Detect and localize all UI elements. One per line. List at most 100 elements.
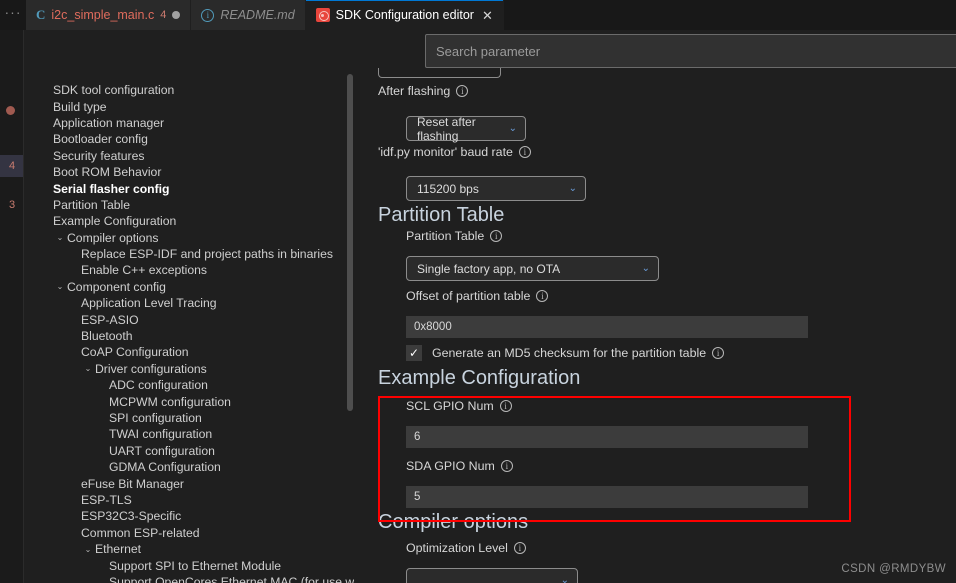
sidebar-item-label: Partition Table bbox=[53, 197, 131, 212]
chevron-down-icon: ⌄ bbox=[641, 263, 650, 274]
sidebar-item[interactable]: Boot ROM Behavior bbox=[24, 164, 354, 180]
md5-label-row: Generate an MD5 checksum for the partiti… bbox=[432, 346, 725, 360]
sidebar-item-label: Boot ROM Behavior bbox=[53, 165, 162, 180]
sidebar-item[interactable]: Build type bbox=[24, 98, 354, 114]
md5-label: Generate an MD5 checksum for the partiti… bbox=[432, 346, 707, 360]
baud-rate-label: 'idf.py monitor' baud rate bbox=[378, 145, 513, 159]
chevron-down-icon: ⌄ bbox=[560, 575, 569, 583]
info-icon[interactable]: i bbox=[456, 85, 469, 97]
sidebar-item[interactable]: Serial flasher config bbox=[24, 180, 354, 196]
sidebar-item[interactable]: GDMA Configuration bbox=[24, 459, 354, 475]
optimization-level-label-row: Optimization Level i bbox=[406, 541, 526, 555]
after-flashing-label-row: After flashing i bbox=[378, 84, 469, 98]
sidebar-item[interactable]: ⌄ Compiler options bbox=[24, 230, 354, 246]
tab-dirty-indicator[interactable] bbox=[172, 11, 181, 19]
sidebar-item[interactable]: Support OpenCores Ethernet MAC (for use … bbox=[24, 574, 354, 583]
sidebar-item[interactable]: SDK tool configuration bbox=[24, 82, 354, 98]
offset-value: 0x8000 bbox=[414, 321, 452, 333]
tab-sdk-configuration-editor[interactable]: SDK Configuration editor ✕ bbox=[305, 0, 504, 30]
sidebar-item-label: Component config bbox=[67, 279, 166, 294]
sidebar-item[interactable]: Support SPI to Ethernet Module bbox=[24, 557, 354, 573]
chevron-down-icon[interactable]: ⌄ bbox=[82, 545, 94, 554]
close-icon[interactable]: ✕ bbox=[482, 9, 493, 22]
tab-readme-md[interactable]: i README.md bbox=[191, 0, 306, 30]
sda-gpio-num-input[interactable]: 5 bbox=[406, 486, 808, 508]
breakpoint-dot-icon[interactable] bbox=[6, 106, 15, 115]
tab-overflow-button[interactable]: ··· bbox=[0, 0, 26, 30]
info-icon[interactable]: i bbox=[500, 460, 513, 472]
gutter-mark-4[interactable]: 4 bbox=[0, 155, 24, 177]
sidebar-item[interactable]: Common ESP-related bbox=[24, 525, 354, 541]
sidebar-item-label: Enable C++ exceptions bbox=[81, 263, 208, 278]
sidebar-item[interactable]: UART configuration bbox=[24, 443, 354, 459]
sidebar-item[interactable]: Application manager bbox=[24, 115, 354, 131]
offset-of-partition-table-input[interactable]: 0x8000 bbox=[406, 316, 808, 338]
sidebar-item-label: eFuse Bit Manager bbox=[81, 476, 184, 491]
tab-label: README.md bbox=[220, 8, 295, 22]
sidebar-item[interactable]: eFuse Bit Manager bbox=[24, 475, 354, 491]
info-icon[interactable]: i bbox=[536, 290, 549, 302]
md5-checksum-row[interactable]: ✓ Generate an MD5 checksum for the parti… bbox=[406, 345, 725, 361]
baud-rate-dropdown[interactable]: 115200 bps ⌄ bbox=[406, 176, 586, 201]
scl-gpio-value: 6 bbox=[414, 431, 421, 443]
sidebar-item[interactable]: ⌄ Driver configurations bbox=[24, 361, 354, 377]
previous-dropdown-clipped[interactable] bbox=[378, 68, 501, 78]
sidebar-item[interactable]: ⌄ Ethernet bbox=[24, 541, 354, 557]
sidebar-scrollbar-thumb[interactable] bbox=[347, 74, 353, 411]
sidebar-item[interactable]: ESP-ASIO bbox=[24, 311, 354, 327]
section-title-partition-table: Partition Table bbox=[378, 204, 505, 226]
search-input[interactable] bbox=[436, 43, 954, 59]
sidebar-item[interactable]: Partition Table bbox=[24, 197, 354, 213]
info-icon[interactable]: i bbox=[499, 400, 512, 412]
optimization-level-dropdown[interactable]: ⌄ bbox=[406, 568, 578, 583]
tab-i2c-simple-main-c[interactable]: C i2c_simple_main.c 4 bbox=[26, 0, 192, 30]
offset-label-row: Offset of partition table i bbox=[406, 289, 549, 303]
sdk-configuration-main-panel: After flashing i Reset after flashing ⌄ … bbox=[354, 30, 956, 583]
espressif-logo-icon bbox=[315, 8, 330, 22]
chevron-down-icon[interactable]: ⌄ bbox=[82, 364, 94, 373]
sidebar-item[interactable]: MCPWM configuration bbox=[24, 393, 354, 409]
info-icon[interactable]: i bbox=[518, 146, 531, 158]
sidebar-item[interactable]: ⌄ Component config bbox=[24, 279, 354, 295]
sidebar-item[interactable]: SPI configuration bbox=[24, 410, 354, 426]
partition-table-dropdown[interactable]: Single factory app, no OTA ⌄ bbox=[406, 256, 659, 281]
chevron-down-icon[interactable]: ⌄ bbox=[54, 282, 66, 291]
info-icon[interactable]: i bbox=[490, 230, 503, 242]
sidebar-item[interactable]: ADC configuration bbox=[24, 377, 354, 393]
after-flashing-dropdown[interactable]: Reset after flashing ⌄ bbox=[406, 114, 526, 143]
sidebar-item-label: Support SPI to Ethernet Module bbox=[109, 558, 282, 573]
watermark-text: CSDN @RMDYBW bbox=[841, 563, 946, 575]
scl-gpio-num-input[interactable]: 6 bbox=[406, 426, 808, 448]
sidebar-item-label: Bootloader config bbox=[53, 132, 148, 147]
gutter-mark-3[interactable]: 3 bbox=[0, 194, 24, 216]
sidebar-item-label: UART configuration bbox=[109, 443, 215, 458]
after-flashing-value: Reset after flashing bbox=[417, 114, 476, 143]
sda-gpio-value: 5 bbox=[414, 491, 421, 503]
baud-rate-label-row: 'idf.py monitor' baud rate i bbox=[378, 145, 531, 159]
offset-label: Offset of partition table bbox=[406, 289, 531, 303]
info-icon[interactable]: i bbox=[513, 542, 526, 554]
sidebar-item[interactable]: CoAP Configuration bbox=[24, 344, 354, 360]
md5-checkbox[interactable]: ✓ bbox=[406, 345, 422, 361]
c-file-icon: C bbox=[36, 7, 46, 22]
sidebar-item[interactable]: Bluetooth bbox=[24, 328, 354, 344]
sidebar-item[interactable]: Security features bbox=[24, 148, 354, 164]
chevron-down-icon[interactable]: ⌄ bbox=[54, 233, 66, 242]
sidebar-item-label: Common ESP-related bbox=[81, 525, 200, 540]
sidebar-item[interactable]: Application Level Tracing bbox=[24, 295, 354, 311]
sidebar-item[interactable]: Bootloader config bbox=[24, 131, 354, 147]
partition-table-label-row: Partition Table i bbox=[406, 229, 503, 243]
chevron-down-icon: ⌄ bbox=[508, 123, 517, 134]
sidebar-item[interactable]: ESP32C3-Specific bbox=[24, 508, 354, 524]
sidebar-item[interactable]: Example Configuration bbox=[24, 213, 354, 229]
search-parameter-bar[interactable] bbox=[425, 34, 956, 68]
info-icon[interactable]: i bbox=[712, 347, 725, 359]
sidebar-item[interactable]: TWAI configuration bbox=[24, 426, 354, 442]
sidebar-item[interactable]: ESP-TLS bbox=[24, 492, 354, 508]
sidebar-item-label: Bluetooth bbox=[81, 329, 133, 344]
tab-problem-badge: 4 bbox=[160, 9, 167, 21]
config-tree: SDK tool configuration Build type Applicat… bbox=[24, 82, 354, 583]
sidebar-item[interactable]: Replace ESP-IDF and project paths in bin… bbox=[24, 246, 354, 262]
sidebar-item[interactable]: Enable C++ exceptions bbox=[24, 262, 354, 278]
markdown-info-icon: i bbox=[201, 8, 215, 22]
